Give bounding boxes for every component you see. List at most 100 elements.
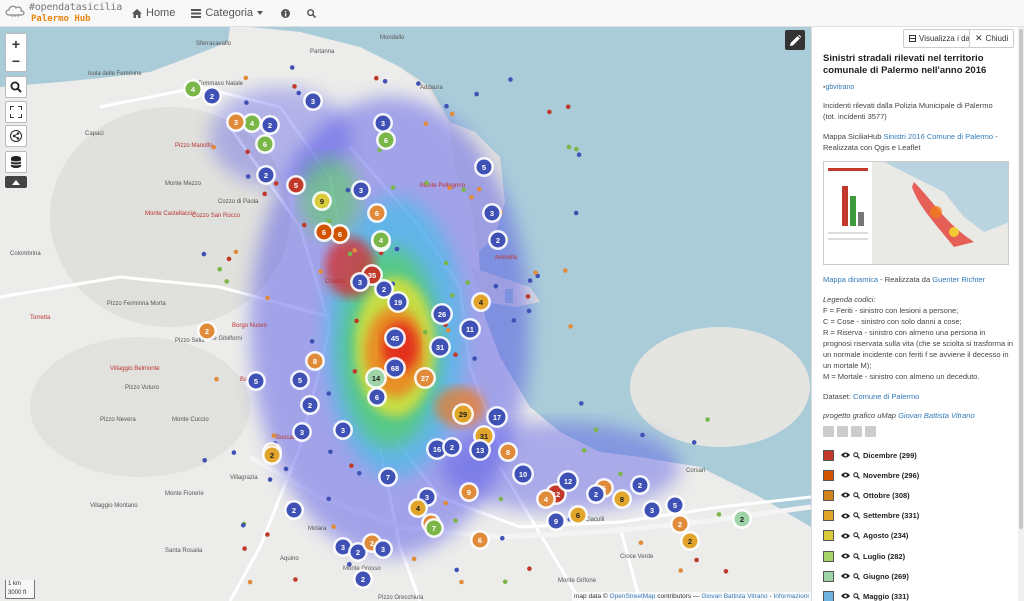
incident-dot[interactable] (271, 433, 277, 438)
incident-dot[interactable] (579, 401, 584, 406)
dynamic-map-author[interactable]: Guenter Richter (932, 275, 985, 284)
marker-cluster[interactable]: 4 (471, 292, 491, 312)
incident-dot[interactable] (233, 249, 239, 255)
incident-dot[interactable] (640, 432, 645, 438)
eye-icon[interactable] (841, 472, 850, 478)
credit-link[interactable]: Giovan Battista Vitrano (898, 411, 975, 420)
incident-dot[interactable] (345, 187, 351, 193)
share-button[interactable] (5, 125, 27, 147)
incident-dot[interactable] (453, 518, 458, 523)
marker-cluster[interactable]: 5 (474, 157, 494, 177)
map-preview-image[interactable] (823, 161, 1009, 265)
incident-dot[interactable] (469, 195, 474, 200)
incident-dot[interactable] (217, 267, 222, 272)
marker-cluster[interactable]: 13 (469, 439, 491, 461)
marker-cluster[interactable]: 3 (642, 500, 662, 520)
marker-cluster[interactable]: 3 (482, 203, 502, 223)
eye-icon[interactable] (841, 593, 850, 599)
incident-dot[interactable] (593, 427, 599, 433)
incident-dot[interactable] (382, 79, 388, 84)
incident-dot[interactable] (449, 111, 455, 117)
incident-dot[interactable] (476, 186, 482, 192)
incident-dot[interactable] (349, 463, 354, 469)
incident-dot[interactable] (723, 569, 729, 574)
incident-dot[interactable] (493, 283, 499, 289)
marker-cluster[interactable]: 4 (371, 230, 391, 250)
edit-map-button[interactable] (785, 30, 805, 50)
marker-cluster[interactable]: 19 (387, 291, 409, 313)
marker-cluster[interactable]: 5 (286, 175, 306, 195)
incident-dot[interactable] (525, 294, 531, 299)
info-link[interactable]: Informazioni (773, 593, 808, 600)
eye-icon[interactable] (841, 533, 850, 539)
incident-dot[interactable] (678, 568, 683, 573)
incident-dot[interactable] (453, 352, 458, 358)
marker-cluster[interactable]: 6 (367, 387, 387, 407)
marker-cluster[interactable]: 45 (384, 327, 406, 349)
marker-cluster[interactable]: 29 (452, 403, 474, 425)
marker-cluster[interactable]: 3 (333, 420, 353, 440)
incident-dot[interactable] (547, 109, 552, 115)
marker-cluster[interactable]: 2 (197, 321, 217, 341)
incident-dot[interactable] (445, 328, 451, 333)
email-icon[interactable] (851, 426, 862, 437)
incident-dot[interactable] (243, 75, 249, 81)
incident-dot[interactable] (694, 557, 699, 563)
marker-cluster[interactable]: 8 (498, 442, 518, 462)
incident-dot[interactable] (347, 251, 353, 257)
author-link[interactable]: ▪gbvitrano (823, 84, 1014, 91)
dataset-link[interactable]: Comune di Palermo (853, 392, 919, 401)
marker-cluster[interactable]: 3 (373, 539, 393, 559)
marker-cluster[interactable]: 2 (202, 86, 222, 106)
marker-cluster[interactable]: 9 (312, 191, 332, 211)
facebook-icon[interactable] (865, 426, 876, 437)
marker-cluster[interactable]: 17 (486, 406, 508, 428)
incident-dot[interactable] (474, 91, 479, 97)
search-icon[interactable] (853, 512, 860, 520)
marker-cluster[interactable]: 2 (586, 484, 606, 504)
marker-cluster[interactable]: 10 (512, 463, 534, 485)
incident-dot[interactable] (459, 579, 464, 585)
marker-cluster[interactable]: 3 (351, 180, 371, 200)
fullscreen-button[interactable] (5, 101, 27, 123)
incident-dot[interactable] (527, 278, 533, 283)
marker-cluster[interactable]: 5 (246, 371, 266, 391)
marker-cluster[interactable]: 2 (630, 475, 650, 495)
incident-dot[interactable] (247, 579, 253, 585)
incident-dot[interactable] (526, 308, 532, 314)
incident-dot[interactable] (424, 180, 430, 186)
category-item[interactable]: Novembre (296) (823, 465, 1014, 485)
marker-cluster[interactable]: 11 (459, 318, 481, 340)
marker-cluster[interactable]: 2 (300, 395, 320, 415)
incident-dot[interactable] (533, 270, 538, 275)
marker-cluster[interactable]: 3 (373, 113, 393, 133)
incident-dot[interactable] (202, 458, 207, 463)
incident-dot[interactable] (265, 295, 270, 301)
scrollbar-thumb[interactable] (1019, 29, 1023, 529)
marker-cluster[interactable]: 4 (183, 79, 203, 99)
incident-dot[interactable] (563, 268, 568, 273)
incident-dot[interactable] (573, 210, 579, 216)
marker-cluster[interactable]: 6 (255, 134, 275, 154)
incident-dot[interactable] (416, 81, 421, 86)
incident-dot[interactable] (691, 440, 697, 445)
incident-dot[interactable] (326, 391, 332, 396)
marker-cluster[interactable]: 8 (305, 351, 325, 371)
incident-dot[interactable] (231, 450, 237, 455)
incident-dot[interactable] (465, 280, 471, 285)
incident-dot[interactable] (289, 65, 295, 70)
marker-cluster[interactable]: 12 (557, 470, 579, 492)
incident-dot[interactable] (374, 75, 379, 81)
incident-dot[interactable] (224, 279, 229, 284)
search-icon[interactable] (853, 532, 860, 540)
incident-dot[interactable] (328, 449, 333, 455)
marker-cluster[interactable]: 2 (353, 569, 373, 589)
marker-cluster[interactable]: 6 (314, 222, 334, 242)
marker-cluster[interactable]: 3 (226, 112, 246, 132)
category-item[interactable]: Maggio (331) (823, 586, 1014, 601)
marker-cluster[interactable]: 27 (414, 367, 436, 389)
incident-dot[interactable] (716, 512, 722, 517)
marker-cluster[interactable]: 5 (665, 495, 685, 515)
marker-cluster[interactable]: 7 (378, 467, 398, 487)
incident-dot[interactable] (705, 417, 710, 422)
